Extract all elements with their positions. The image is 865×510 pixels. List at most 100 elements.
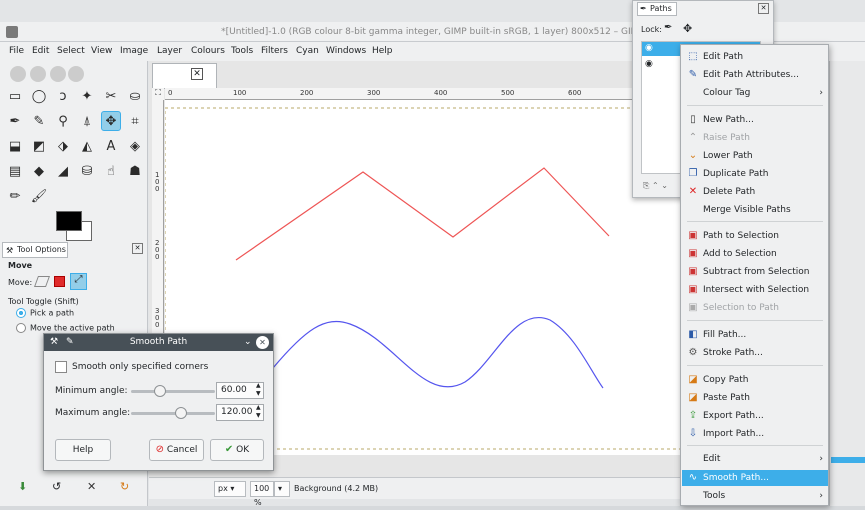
max-angle-spin-icon[interactable]: ▲ ▼ — [256, 404, 261, 420]
menu-colours[interactable]: Colours — [191, 46, 225, 56]
menu-filters[interactable]: Filters — [261, 46, 288, 56]
menu-item-import-path[interactable]: ⇩ Import Path... — [682, 426, 828, 442]
menu-windows[interactable]: Windows — [326, 46, 366, 56]
paths-tool-icon[interactable]: ✒ — [5, 111, 25, 131]
crop-icon[interactable]: ⌗ — [125, 111, 145, 131]
move-selection-icon[interactable] — [54, 276, 65, 287]
menu-select[interactable]: Select — [57, 46, 85, 56]
menu-item-path-to-selection[interactable]: ▣ Path to Selection — [682, 228, 828, 244]
zoom-dropdown[interactable]: ▾ — [274, 481, 290, 497]
menu-cyan[interactable]: Cyan — [296, 46, 319, 56]
bucket-fill-icon[interactable]: ◈ — [125, 136, 145, 156]
menu-item-edit[interactable]: Edit › — [682, 451, 828, 467]
menu-item-subtract-from-selection[interactable]: ▣ Subtract from Selection — [682, 264, 828, 280]
menu-item-duplicate-path[interactable]: ❐ Duplicate Path — [682, 166, 828, 182]
cancel-button[interactable]: ⊘ Cancel — [149, 439, 204, 461]
menu-help[interactable]: Help — [372, 46, 393, 56]
menu-layer[interactable]: Layer — [157, 46, 182, 56]
pin-icon[interactable]: ✎ — [66, 334, 74, 351]
reset-icon[interactable]: ↻ — [120, 480, 129, 493]
lock-path-icon[interactable]: ✒ — [664, 22, 672, 33]
max-angle-slider[interactable] — [131, 412, 215, 415]
image-tab-close-icon[interactable]: ✕ — [191, 68, 203, 80]
menu-item-raise-path[interactable]: ⌃ Raise Path — [682, 130, 828, 146]
menu-item-copy-path[interactable]: ◪ Copy Path — [682, 372, 828, 388]
pencil-tool-icon[interactable]: ✏ — [5, 186, 25, 206]
clone-icon[interactable]: ⛁ — [77, 161, 97, 181]
restore-preset-icon[interactable]: ↺ — [52, 480, 61, 493]
foreground-select-icon[interactable]: ⛀ — [125, 86, 145, 106]
ok-button[interactable]: ✔ OK — [210, 439, 264, 461]
heal-icon[interactable]: ◆ — [29, 161, 49, 181]
tab-tool-options[interactable]: ⚒ Tool Options — [2, 242, 68, 258]
zoom-field[interactable]: 100 % — [250, 481, 274, 507]
menu-tools[interactable]: Tools — [231, 46, 253, 56]
delete-preset-icon[interactable]: ✕ — [87, 480, 96, 493]
smudge-icon[interactable]: ☝ — [101, 161, 121, 181]
paintbrush-icon[interactable]: 🖌 — [29, 186, 49, 206]
menu-item-edit-path-attributes[interactable]: ✎ Edit Path Attributes... — [682, 67, 828, 83]
menu-item-intersect-with-selection[interactable]: ▣ Intersect with Selection — [682, 282, 828, 298]
color-picker-icon[interactable]: ✎ — [29, 111, 49, 131]
visibility-eye-icon[interactable]: ◉ — [645, 59, 653, 69]
smooth-corners-checkbox[interactable] — [55, 361, 67, 373]
menu-item-colour-tag[interactable]: Colour Tag › — [682, 85, 828, 101]
measure-icon[interactable]: ⍋ — [77, 111, 97, 131]
menu-item-edit-path[interactable]: ⬚ Edit Path — [682, 49, 828, 65]
menu-item-tools[interactable]: Tools › — [682, 488, 828, 504]
menu-item-add-to-selection[interactable]: ▣ Add to Selection — [682, 246, 828, 262]
red-path[interactable] — [235, 167, 610, 261]
menu-item-stroke-path[interactable]: ⚙ Stroke Path... — [682, 345, 828, 361]
move-tool-icon[interactable]: ✥ — [101, 111, 121, 131]
menu-item-export-path[interactable]: ⇪ Export Path... — [682, 408, 828, 424]
min-angle-slider[interactable] — [131, 390, 215, 393]
fuzzy-select-icon[interactable]: ✦ — [77, 86, 97, 106]
menu-item-new-path[interactable]: ▯ New Path... — [682, 112, 828, 128]
cage-icon[interactable]: ⬗ — [53, 136, 73, 156]
warp-icon[interactable]: ◩ — [29, 136, 49, 156]
rect-select-icon[interactable]: ▭ — [5, 86, 25, 106]
text-tool-icon[interactable]: A — [101, 136, 121, 156]
zoom-icon[interactable]: ⚲ — [53, 111, 73, 131]
image-tab[interactable] — [152, 63, 217, 89]
path-list-footer-icons[interactable]: ⎘ ⌃ ⌄ — [643, 181, 668, 191]
move-layer-icon[interactable] — [33, 276, 51, 287]
menu-item-smooth-path[interactable]: ∿ Smooth Path... — [682, 470, 828, 486]
menu-item-delete-path[interactable]: ✕ Delete Path — [682, 184, 828, 200]
visibility-eye-icon[interactable]: ◉ — [645, 43, 653, 53]
max-angle-slider-handle[interactable] — [175, 407, 187, 419]
quickmask-corner-icon[interactable]: ⛶ — [152, 88, 164, 100]
free-select-icon[interactable]: ↄ — [53, 86, 73, 106]
tab-paths[interactable]: ✒ Paths — [637, 2, 677, 16]
menu-item-selection-to-path[interactable]: ▣ Selection to Path — [682, 300, 828, 316]
lock-position-icon[interactable]: ✥ — [683, 22, 692, 35]
menu-item-lower-path[interactable]: ⌄ Lower Path — [682, 148, 828, 164]
unit-select[interactable]: px ▾ — [214, 481, 246, 497]
scissors-icon[interactable]: ✂ — [101, 86, 121, 106]
menu-view[interactable]: View — [91, 46, 112, 56]
ellipse-select-icon[interactable]: ◯ — [29, 86, 49, 106]
paths-dock-close-icon[interactable]: ✕ — [758, 3, 769, 14]
tool-options-close-icon[interactable]: ✕ — [132, 243, 143, 254]
eraser-icon[interactable]: ◢ — [53, 161, 73, 181]
menu-item-merge-visible-paths[interactable]: Merge Visible Paths — [682, 202, 828, 218]
transform-icon[interactable]: ⬓ — [5, 136, 25, 156]
menu-edit[interactable]: Edit — [32, 46, 49, 56]
flip-icon[interactable]: ◭ — [77, 136, 97, 156]
gradient-icon[interactable]: ▤ — [5, 161, 25, 181]
dialog-close-icon[interactable]: ✕ — [256, 336, 269, 349]
move-path-icon[interactable]: ⤢ — [70, 273, 87, 290]
radio-move-active-path[interactable]: Move the active path — [16, 323, 115, 333]
save-preset-icon[interactable]: ⬇ — [18, 480, 27, 493]
menu-image[interactable]: Image — [120, 46, 148, 56]
radio-pick-path[interactable]: Pick a path — [16, 308, 74, 318]
dialog-minimize-icon[interactable]: ⌄ — [244, 334, 252, 351]
menu-item-fill-path[interactable]: ◧ Fill Path... — [682, 327, 828, 343]
min-angle-spin-icon[interactable]: ▲ ▼ — [256, 382, 261, 398]
menu-item-paste-path[interactable]: ◪ Paste Path — [682, 390, 828, 406]
min-angle-slider-handle[interactable] — [154, 385, 166, 397]
foreground-color-swatch-front[interactable] — [56, 211, 82, 231]
help-button[interactable]: Help — [55, 439, 111, 461]
blue-path[interactable] — [272, 317, 604, 389]
dodge-burn-icon[interactable]: ☗ — [125, 161, 145, 181]
